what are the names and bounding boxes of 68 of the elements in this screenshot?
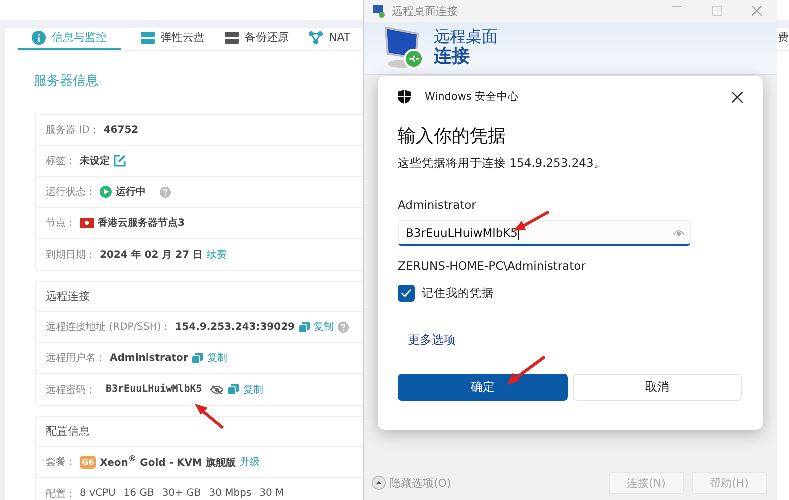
field-value: 154.9.253.243:39029 [175,322,296,332]
copy-icon [299,322,310,332]
window-heading: 远程桌面 [434,28,498,46]
server-icon [225,32,239,44]
annotation-arrow [507,356,546,385]
field-label: 远程密码： [46,384,96,396]
server-icon [141,32,155,44]
section-title: 服务器信息 [33,73,99,91]
copy-icon [192,352,204,364]
spec-item: 30 Mbps [209,488,252,499]
edit-icon[interactable] [114,155,126,167]
field-value: 2024 年 02 月 27 日 [100,248,204,262]
remember-checkbox[interactable] [398,285,415,302]
collapse-icon[interactable] [372,476,386,490]
checkbox-label: 记住我的凭据 [422,286,494,301]
minimize-icon[interactable] [672,6,682,8]
field-label: 远程用户名： [46,352,106,365]
username-label: Administrator [398,198,478,212]
eye-icon[interactable] [673,228,685,236]
field-label: 标签： [46,154,76,168]
cancel-button[interactable]: 取消 [573,374,742,401]
eye-off-icon[interactable] [210,384,224,394]
field-value: 未设定 [80,154,110,168]
password-field[interactable]: B3rEuuLHuiwMlbK5 [398,220,691,246]
spec-item: 30+ GB [162,488,202,499]
field-label: 远程连接地址 (RDP/SSH)： [46,320,172,334]
field-value: 香港云服务器节点3 [98,216,185,230]
status-text: 运行中 [116,186,146,199]
maximize-icon[interactable] [712,6,722,16]
password-value: B3rEuuLHuiwMlbK5 [106,384,202,395]
more-options-link[interactable]: 更多选项 [408,332,456,349]
field-label: 节点： [46,216,76,230]
plan-value: Xeon$^{®}$ Gold - KVM 旗舰版 [100,454,236,470]
help-icon[interactable] [160,186,171,198]
tab[interactable]: NAT [309,27,351,50]
tab[interactable]: 费 [778,27,789,50]
spec-item: 16 GB [124,488,154,499]
field-label: 配置： [46,488,76,500]
monitor-icon [382,26,424,70]
flag-icon [80,218,94,228]
shield-icon [398,90,411,104]
network-icon [309,30,323,44]
account-name: ZERUNS-HOME-PC\Administrator [398,259,587,273]
check-icon [401,289,412,298]
help-icon[interactable] [338,322,350,332]
spec-item: 8 vCPU [80,488,116,499]
field-label: 套餐： [46,456,76,469]
field-label: 到期日期： [46,248,96,262]
spec-item: 30 M [260,488,284,499]
play-icon [100,186,112,198]
hide-options-label: 隐藏选项(O) [390,476,452,490]
ok-button[interactable]: 确定 [398,374,568,401]
window-heading: 连接 [434,46,471,68]
tab[interactable]: 弹性云盘 [141,27,205,50]
dialog-description: 这些凭据将用于连接 154.9.253.243。 [398,156,607,171]
field-label: 运行状态： [46,186,96,199]
annotation-arrow [195,404,224,430]
computer-icon [372,4,386,18]
dialog-title: 输入你的凭据 [398,125,507,148]
copy-icon [228,384,240,395]
field-value: Administrator [110,352,188,364]
field-label: 服务器 ID： [46,124,100,137]
field-value: 46752 [104,124,139,136]
info-icon [32,30,46,44]
tab[interactable]: 备份还原 [225,27,289,50]
dialog-source: Windows 安全中心 [425,90,520,104]
window-title: 远程桌面连接 [392,4,458,18]
plan-badge: G6 [80,456,96,468]
